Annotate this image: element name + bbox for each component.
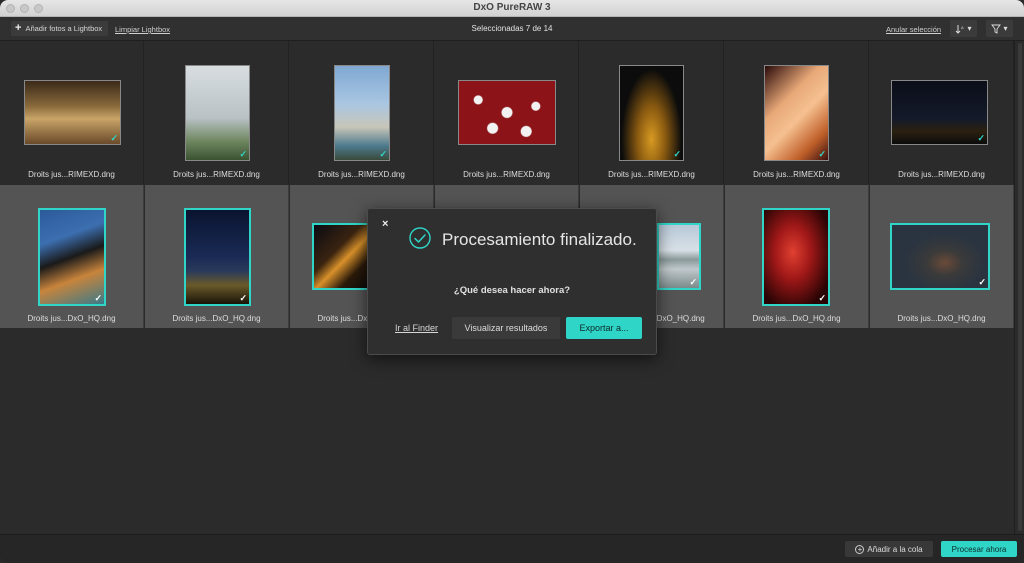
filter-button[interactable]: ▾ — [986, 20, 1013, 37]
check-icon: ✓ — [239, 293, 247, 303]
photo-filename: Droits jus...RIMEXD.dng — [898, 170, 985, 179]
go-to-finder-link[interactable]: Ir al Finder — [395, 323, 438, 333]
plus-circle-icon: + — [855, 544, 865, 554]
photo-thumbnail: ✓ — [657, 223, 701, 290]
photo-filename: Droits jus...DxO_HQ.dng — [27, 314, 116, 323]
photo-filename: ...DxO_HQ.dng — [650, 314, 705, 323]
add-to-queue-label: Añadir a la cola — [867, 544, 923, 554]
photo-cell[interactable]: ✓ Droits jus...RIMEXD.dng — [145, 41, 289, 184]
photo-thumbnail — [312, 223, 372, 290]
photo-filename: Droits jus...RIMEXD.dng — [753, 170, 840, 179]
photo-thumbnail: ✓ — [38, 208, 106, 306]
window-title: DxO PureRAW 3 — [473, 2, 551, 13]
photo-cell-selected[interactable]: ✓ Droits jus...DxO_HQ.dng — [0, 185, 144, 328]
photo-filename: Droits jus...RIMEXD.dng — [463, 170, 550, 179]
check-icon: ✓ — [239, 149, 247, 159]
photo-cell-selected[interactable]: ✓ Droits jus...DxO_HQ.dng — [870, 185, 1014, 328]
check-icon: ✓ — [818, 149, 826, 159]
photo-filename: Droits jus...RIMEXD.dng — [608, 170, 695, 179]
photo-thumbnail: ✓ — [762, 208, 830, 306]
view-results-button[interactable]: Visualizar resultados — [452, 317, 560, 339]
photo-filename: Droits jus...RIMEXD.dng — [318, 170, 405, 179]
photo-cell[interactable]: ✓ Droits jus...RIMEXD.dng — [290, 41, 434, 184]
toolbar: + Añadir fotos a Lightbox Limpiar Lightb… — [0, 17, 1024, 41]
check-circle-icon — [409, 227, 431, 249]
check-icon: ✓ — [689, 277, 697, 287]
photo-thumbnail: ✓ — [619, 65, 684, 161]
photo-thumbnail: ✓ — [24, 80, 121, 145]
check-icon: ✓ — [977, 133, 985, 143]
deselect-link[interactable]: Anular selección — [886, 25, 941, 34]
photo-cell[interactable]: ✓ Droits jus...RIMEXD.dng — [580, 41, 724, 184]
vertical-scrollbar[interactable] — [1014, 41, 1024, 534]
photo-cell[interactable]: ✓ Droits jus...RIMEXD.dng — [725, 41, 869, 184]
selection-count: Seleccionadas 7 de 14 — [471, 24, 553, 33]
photo-thumbnail: ✓ — [764, 65, 829, 161]
close-icon[interactable]: × — [382, 219, 388, 230]
chevron-down-icon: ▾ — [967, 24, 972, 33]
check-icon: ✓ — [978, 277, 986, 287]
svg-text:A: A — [961, 25, 964, 30]
title-bar: DxO PureRAW 3 — [0, 0, 1024, 17]
check-icon: ✓ — [379, 149, 387, 159]
photo-filename: Droits jus...DxO_HQ.dng — [172, 314, 261, 323]
photo-thumbnail — [458, 80, 556, 145]
add-to-queue-button[interactable]: + Añadir a la cola — [845, 541, 933, 557]
sort-button[interactable]: A ▾ — [950, 20, 977, 37]
check-icon: ✓ — [673, 149, 681, 159]
photo-thumbnail: ✓ — [890, 223, 990, 290]
processing-complete-dialog: × Procesamiento finalizado. ¿Qué desea h… — [367, 208, 657, 355]
photo-filename: Droits jus...DxO_HQ.dng — [897, 314, 986, 323]
photo-thumbnail: ✓ — [184, 208, 251, 306]
photo-filename: Droits jus...DxO_HQ.dng — [752, 314, 841, 323]
check-icon: ✓ — [818, 293, 826, 303]
photo-cell[interactable]: ✓ Droits jus...RIMEXD.dng — [0, 41, 144, 184]
photo-cell-selected[interactable]: ✓ Droits jus...DxO_HQ.dng — [725, 185, 869, 328]
process-now-button[interactable]: Procesar ahora — [941, 541, 1017, 557]
photo-filename: Droits jus...RIMEXD.dng — [173, 170, 260, 179]
photo-cell[interactable]: Droits jus...RIMEXD.dng — [435, 41, 579, 184]
app-window: DxO PureRAW 3 + Añadir fotos a Lightbox … — [0, 0, 1024, 563]
check-icon: ✓ — [110, 133, 118, 143]
dialog-question: ¿Qué desea hacer ahora? — [453, 285, 571, 296]
bottom-bar: + Añadir a la cola Procesar ahora — [0, 534, 1024, 563]
check-icon: ✓ — [94, 293, 102, 303]
photo-cell-selected[interactable]: ✓ Droits jus...DxO_HQ.dng — [145, 185, 289, 328]
sort-icon: A — [956, 24, 964, 34]
chevron-down-icon: ▾ — [1003, 24, 1008, 33]
photo-thumbnail: ✓ — [891, 80, 988, 145]
photo-cell[interactable]: ✓ Droits jus...RIMEXD.dng — [870, 41, 1014, 184]
photo-filename: Droits jus...RIMEXD.dng — [28, 170, 115, 179]
photo-thumbnail: ✓ — [334, 65, 390, 161]
filter-icon — [991, 24, 1002, 34]
dialog-title: Procesamiento finalizado. — [442, 230, 637, 249]
scrollbar-thumb[interactable] — [1018, 43, 1022, 531]
photo-thumbnail: ✓ — [185, 65, 250, 161]
export-button[interactable]: Exportar a... — [566, 317, 642, 339]
lightbox-empty-area — [0, 328, 1014, 534]
